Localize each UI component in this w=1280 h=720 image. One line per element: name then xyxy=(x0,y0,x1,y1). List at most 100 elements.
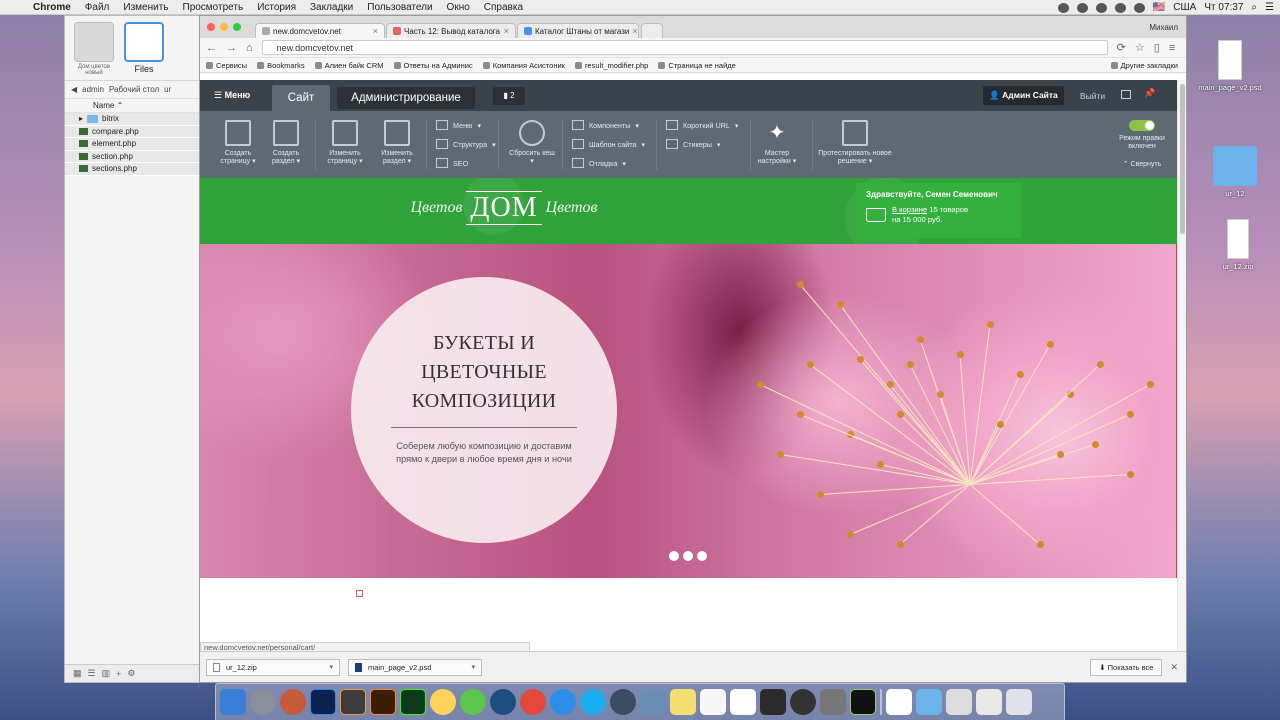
notes-icon[interactable] xyxy=(670,689,696,715)
structure-link[interactable]: Структура ▾ xyxy=(436,139,496,149)
menu-button[interactable]: ☰ Меню xyxy=(214,90,250,101)
profile-name[interactable]: Михаил xyxy=(1149,23,1178,32)
desktop-file[interactable]: main_page_v2.psd xyxy=(1190,40,1270,92)
path-segment[interactable]: ur xyxy=(164,85,171,94)
menu-item[interactable]: Просмотреть xyxy=(176,2,251,13)
tab-site[interactable]: Сайт xyxy=(272,85,330,111)
clear-cache-button[interactable]: Сбросить кеш ▾ xyxy=(508,120,556,166)
cart-link[interactable]: В корзине xyxy=(892,205,927,214)
skype-icon[interactable] xyxy=(580,689,606,715)
file-row[interactable]: sections.php xyxy=(65,163,203,176)
slider-dot[interactable] xyxy=(669,551,679,561)
menu-app-name[interactable]: Chrome xyxy=(26,2,78,13)
show-all-downloads-button[interactable]: ⬇ Показать все xyxy=(1090,658,1163,676)
menu-item[interactable]: Закладки xyxy=(303,2,360,13)
browser-tab[interactable]: Часть 12: Вывод каталога × xyxy=(386,23,516,38)
desktop-file[interactable]: ur_12.zip xyxy=(1198,219,1278,271)
tray-skype-icon[interactable] xyxy=(1095,2,1107,13)
gear-icon[interactable]: ⚙ xyxy=(127,668,135,679)
add-icon[interactable]: + xyxy=(116,669,121,679)
leaf-app-icon[interactable] xyxy=(460,689,486,715)
download-item[interactable]: main_page_v2.psd ▾ xyxy=(348,658,482,676)
close-tab-icon[interactable]: × xyxy=(373,26,378,36)
close-window-button[interactable] xyxy=(207,23,215,31)
close-download-bar-icon[interactable]: ✕ xyxy=(1170,662,1178,673)
photoshop-icon[interactable] xyxy=(310,689,336,715)
menu-item[interactable]: Справка xyxy=(477,2,530,13)
obs-icon[interactable] xyxy=(790,689,816,715)
tray-sync-icon[interactable] xyxy=(1076,2,1088,13)
path-segment[interactable]: Рабочий стол xyxy=(109,85,159,94)
short-url-link[interactable]: Короткий URL ▾ xyxy=(666,120,738,130)
seo-link[interactable]: SEO xyxy=(436,158,468,168)
menu-link[interactable]: Меню ▾ xyxy=(436,120,481,130)
edit-section-button[interactable]: Изменить раздел ▾ xyxy=(374,120,420,166)
safari-icon[interactable] xyxy=(550,689,576,715)
new-tab-button[interactable] xyxy=(641,23,663,38)
document-icon[interactable] xyxy=(886,689,912,715)
textedit-icon[interactable] xyxy=(700,689,726,715)
folder-icon[interactable] xyxy=(916,689,942,715)
bookmark-item[interactable]: result_modifier.php xyxy=(575,61,648,70)
trash-icon[interactable] xyxy=(1006,689,1032,715)
tray-flag-icon[interactable]: 🇺🇸 xyxy=(1153,2,1165,13)
menu-item[interactable]: Пользователи xyxy=(360,2,439,13)
chevron-down-icon[interactable]: ▾ xyxy=(471,663,475,671)
messages-icon[interactable] xyxy=(610,689,636,715)
desktop-folder[interactable]: ur_12 xyxy=(1195,146,1275,198)
file-row[interactable]: ▸ bitrix xyxy=(65,113,203,126)
bookmark-star-icon[interactable]: ☆ xyxy=(1135,41,1145,54)
bookmark-item[interactable]: Алиен байк CRM xyxy=(315,61,384,70)
stickers-link[interactable]: Стикеры ▾ xyxy=(666,139,721,149)
menu-item[interactable]: История xyxy=(250,2,303,13)
admin-user-button[interactable]: 👤 Админ Сайта xyxy=(983,86,1064,105)
view-list-icon[interactable]: ☰ xyxy=(88,668,96,679)
chevron-down-icon[interactable]: ▾ xyxy=(329,663,333,671)
setup-wizard-button[interactable]: ✦ Мастер настройки ▾ xyxy=(754,120,800,166)
preview-icon[interactable] xyxy=(640,689,666,715)
notifications-badge[interactable]: ▮ 2 xyxy=(493,87,525,105)
debug-link[interactable]: Отладка ▾ xyxy=(572,158,626,168)
tray-volume-icon[interactable] xyxy=(1133,2,1145,13)
notification-center-icon[interactable]: ☰ xyxy=(1265,2,1274,13)
disclosure-triangle-icon[interactable]: ▸ xyxy=(79,114,83,123)
address-input[interactable]: new.domcvetov.net xyxy=(261,40,1108,55)
close-tab-icon[interactable]: × xyxy=(632,26,637,36)
activity-monitor-icon[interactable] xyxy=(850,689,876,715)
reminders-icon[interactable] xyxy=(730,689,756,715)
bookmark-item[interactable]: Сервисы xyxy=(206,61,247,70)
minimize-window-button[interactable] xyxy=(220,23,228,31)
view-columns-icon[interactable]: ▥ xyxy=(102,668,111,679)
view-icons-icon[interactable]: ▦ xyxy=(73,668,82,679)
browser-tab[interactable]: Каталог Штаны от магази × xyxy=(517,23,639,38)
create-section-button[interactable]: Создать раздел ▾ xyxy=(264,120,308,166)
sublime-text-icon[interactable] xyxy=(340,689,366,715)
bookmark-item[interactable]: Страница не найде xyxy=(658,61,736,70)
tray-locale[interactable]: США xyxy=(1173,2,1196,13)
bookmark-item[interactable]: Компания Асистоник xyxy=(483,61,565,70)
slider-dot[interactable] xyxy=(683,551,693,561)
window-stack-icon[interactable] xyxy=(976,689,1002,715)
chrome-icon[interactable] xyxy=(520,689,546,715)
final-cut-icon[interactable] xyxy=(760,689,786,715)
tab-administration[interactable]: Администрирование xyxy=(337,87,475,109)
menu-item[interactable]: Файл xyxy=(78,2,117,13)
reload-icon[interactable]: ⟳ xyxy=(1117,41,1126,54)
browser-tab[interactable]: new.domcvetov.net × xyxy=(255,23,385,38)
dreamweaver-icon[interactable] xyxy=(400,689,426,715)
chrome-menu-icon[interactable]: ≡ xyxy=(1169,42,1175,54)
illustrator-icon[interactable] xyxy=(370,689,396,715)
file-row[interactable]: compare.php xyxy=(65,125,203,138)
download-item[interactable]: ur_12.zip ▾ xyxy=(206,658,340,676)
site-template-link[interactable]: Шаблон сайта ▾ xyxy=(572,139,645,149)
test-solution-button[interactable]: Протестировать новое решение ▾ xyxy=(816,120,894,166)
components-link[interactable]: Компоненты ▾ xyxy=(572,120,639,130)
finder-item-files[interactable]: Files xyxy=(123,22,165,74)
logout-link[interactable]: Выйти xyxy=(1080,91,1105,101)
edit-mode-toggle[interactable] xyxy=(1129,120,1155,131)
quicktime-icon[interactable] xyxy=(490,689,516,715)
extension-icon[interactable]: ▯ xyxy=(1154,41,1160,54)
back-icon[interactable]: ◀ xyxy=(71,85,77,94)
column-header-name[interactable]: Name ⌃ xyxy=(65,99,203,113)
spotlight-icon[interactable]: ⌕ xyxy=(1251,2,1257,13)
